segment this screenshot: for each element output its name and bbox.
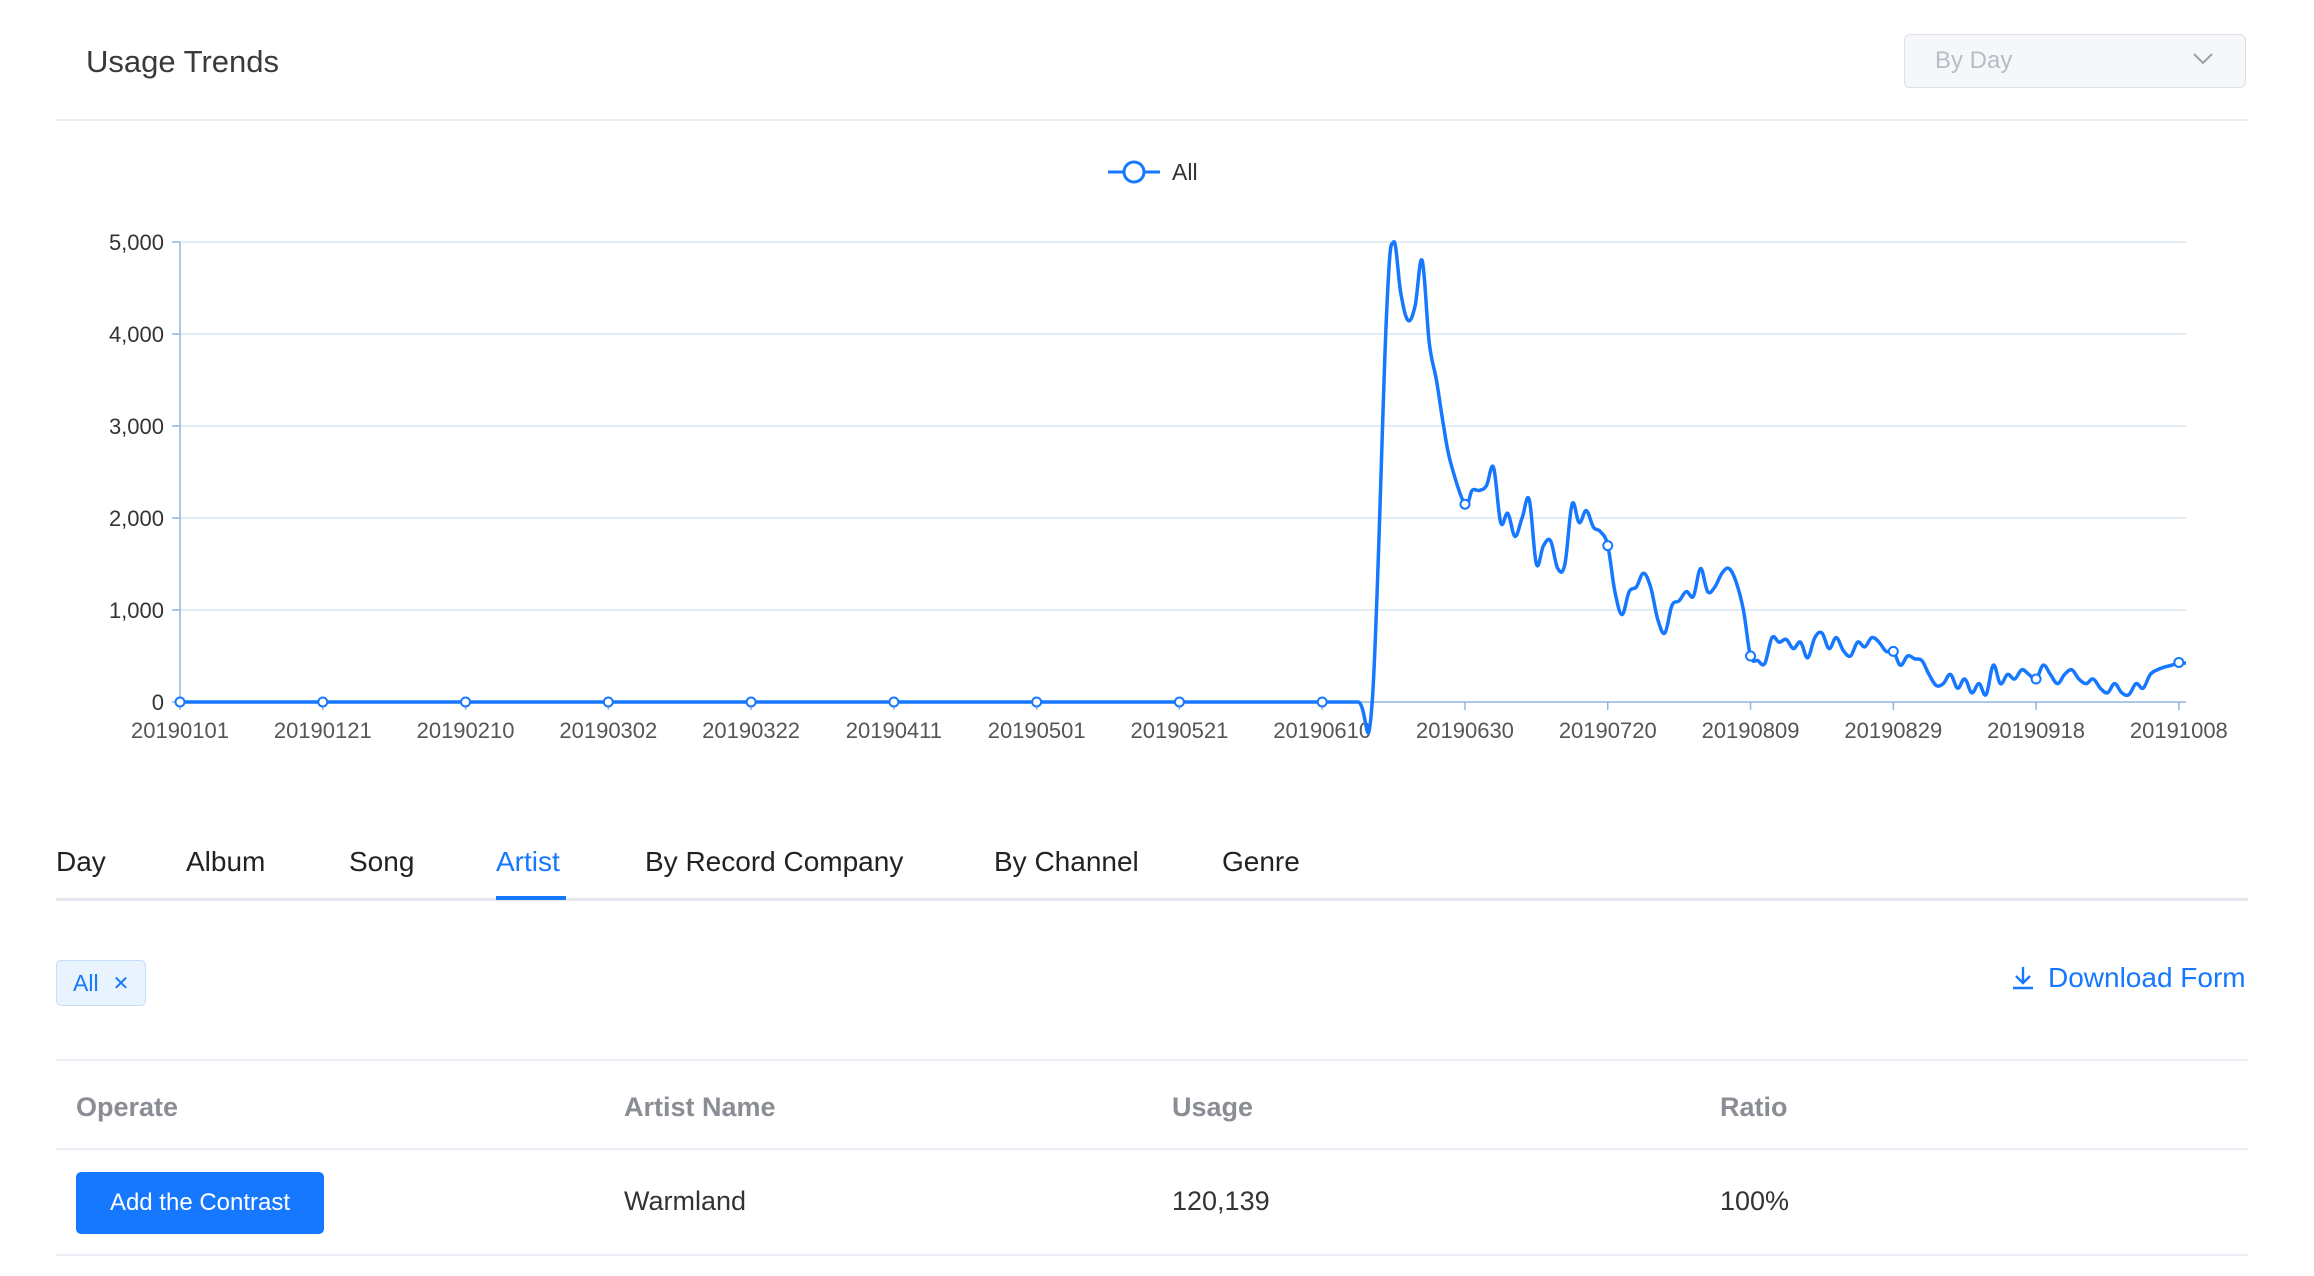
y-tick-label: 2,000: [109, 506, 164, 531]
series-point-marker: [602, 696, 614, 708]
table-cell-ratio: 100%: [1720, 1186, 1790, 1216]
tab-bar-rule: [56, 898, 2248, 901]
download-form-link[interactable]: Download Form: [2010, 962, 2246, 994]
series-point-marker: [1887, 645, 1899, 657]
chart-legend[interactable]: All: [1108, 158, 1198, 186]
download-icon: [2013, 967, 2033, 990]
table-cell-usage: 120,139: [1172, 1186, 1270, 1216]
x-tick-label: 20190302: [559, 718, 657, 743]
series-line-all: [180, 240, 2187, 735]
column-header-operate: Operate: [76, 1092, 179, 1122]
series-point-marker: [1459, 498, 1471, 510]
legend-line-marker-icon: [1108, 160, 1160, 184]
x-tick-label: 20190720: [1559, 718, 1657, 743]
tab-artist[interactable]: Artist: [496, 846, 560, 878]
x-tick-label: 20191008: [2130, 718, 2228, 743]
x-tick-label: 20190610: [1273, 718, 1371, 743]
series-point-marker: [1173, 696, 1185, 708]
x-tick-label: 20190101: [131, 718, 229, 743]
y-tick-label: 1,000: [109, 598, 164, 623]
tab-song[interactable]: Song: [349, 846, 414, 878]
table-header-divider: [56, 1148, 2248, 1150]
x-tick-label: 20190809: [1702, 718, 1800, 743]
column-header-ratio: Ratio: [1720, 1092, 1788, 1122]
table-row-divider: [56, 1254, 2248, 1256]
series-point-marker: [1745, 650, 1757, 662]
series-point-marker: [174, 696, 186, 708]
y-tick-label: 4,000: [109, 322, 164, 347]
x-tick-label: 20190829: [1844, 718, 1942, 743]
column-header-usage: Usage: [1172, 1092, 1254, 1122]
tab-album[interactable]: Album: [186, 846, 265, 878]
x-tick-label: 20190501: [988, 718, 1086, 743]
series-point-marker: [1602, 540, 1614, 552]
active-tab-indicator: [496, 896, 566, 900]
x-tick-label: 20190210: [417, 718, 515, 743]
series-point-marker: [460, 696, 472, 708]
column-header-artist-name: Artist Name: [624, 1092, 776, 1122]
series-point-marker: [2030, 673, 2042, 685]
period-select-value: By Day: [1935, 47, 2013, 74]
download-form-label: Download Form: [2048, 962, 2246, 993]
series-point-marker: [1316, 696, 1328, 708]
y-tick-label: 5,000: [109, 230, 164, 255]
x-tick-label: 20190411: [846, 718, 942, 743]
y-tick-label: 3,000: [109, 414, 164, 439]
x-tick-label: 20190322: [702, 718, 800, 743]
page-title: Usage Trends: [86, 44, 279, 79]
filter-tag-all: All ✕: [56, 960, 147, 1006]
close-icon[interactable]: ✕: [113, 971, 130, 996]
tab-by-channel[interactable]: By Channel: [994, 846, 1139, 878]
legend-label: All: [1172, 158, 1198, 185]
filter-tag-label: All: [73, 969, 99, 996]
tab-genre[interactable]: Genre: [1222, 846, 1300, 878]
series-point-marker: [745, 696, 757, 708]
period-select[interactable]: By Day: [1904, 34, 2246, 88]
x-tick-label: 20190630: [1416, 718, 1514, 743]
tab-by-record-company[interactable]: By Record Company: [645, 846, 903, 878]
chevron-down-icon: [2193, 53, 2213, 65]
series-point-marker: [317, 696, 329, 708]
add-the-contrast-button[interactable]: Add the Contrast: [76, 1172, 324, 1234]
series-point-marker: [2173, 656, 2185, 668]
usage-trends-chart: 0 1,000 2,000 3,000 4,000 5,000 20190101 201901…: [109, 230, 2228, 743]
series-point-marker: [1031, 696, 1043, 708]
tab-day[interactable]: Day: [56, 846, 106, 878]
x-tick-label: 20190121: [274, 718, 372, 743]
header-divider: [56, 119, 2248, 121]
table-cell-artist: Warmland: [624, 1186, 747, 1216]
x-tick-label: 20190918: [1987, 718, 2085, 743]
y-tick-label: 0: [152, 690, 164, 715]
table-top-divider: [56, 1059, 2248, 1061]
x-tick-label: 20190521: [1130, 718, 1228, 743]
series-point-marker: [888, 696, 900, 708]
